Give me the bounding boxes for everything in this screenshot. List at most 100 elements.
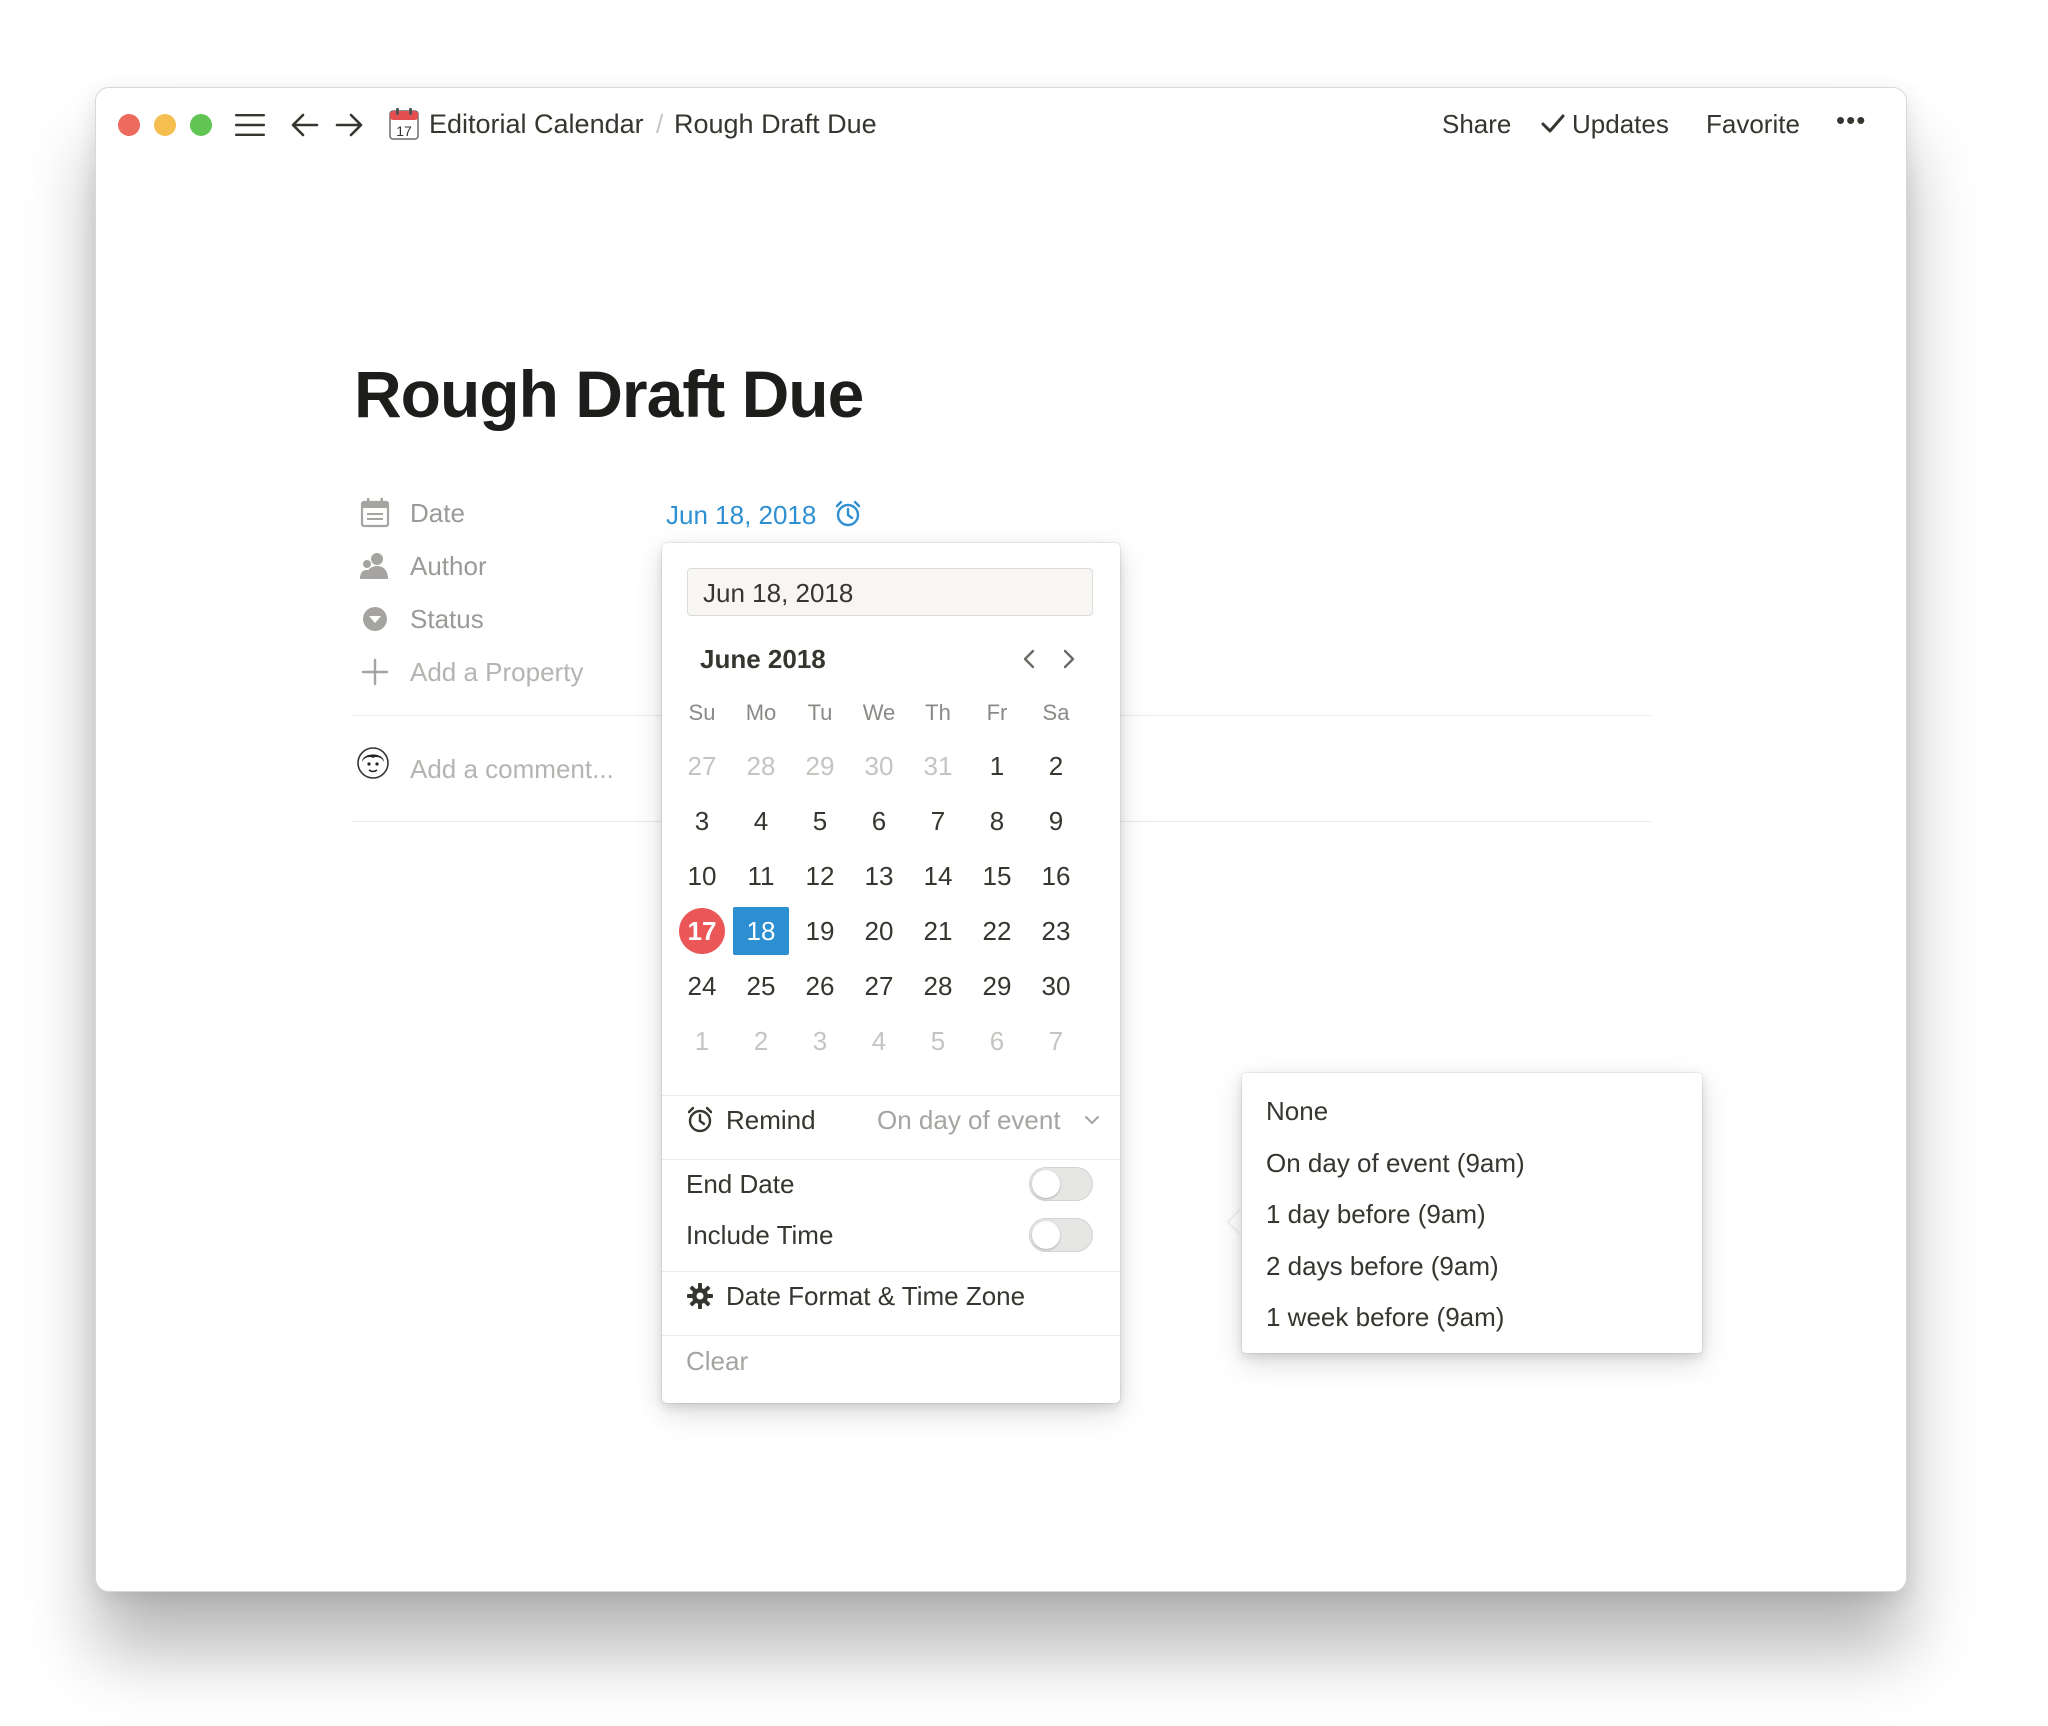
previous-month-icon[interactable]	[1014, 641, 1044, 677]
page-title[interactable]: Rough Draft Due	[354, 356, 864, 432]
calendar-day[interactable]: 6	[969, 1017, 1025, 1065]
back-arrow-icon[interactable]	[290, 110, 320, 140]
checkmark-icon	[1541, 114, 1565, 133]
updates-button[interactable]: Updates	[1572, 106, 1669, 142]
breadcrumb-current[interactable]: Rough Draft Due	[674, 106, 877, 142]
calendar-day[interactable]: 11	[733, 852, 789, 900]
calendar-day[interactable]: 30	[1028, 962, 1084, 1010]
calendar-day[interactable]: 22	[969, 907, 1025, 955]
calendar-day[interactable]: 20	[851, 907, 907, 955]
include-time-toggle-knob	[1032, 1221, 1060, 1249]
month-label: June 2018	[700, 644, 826, 674]
end-date-label: End Date	[686, 1169, 795, 1199]
calendar-day[interactable]: 5	[792, 797, 848, 845]
gear-icon	[687, 1283, 713, 1309]
comment-input[interactable]: Add a comment...	[410, 752, 614, 786]
calendar-day[interactable]: 7	[1028, 1017, 1084, 1065]
zoom-window-button[interactable]	[190, 114, 212, 136]
calendar-day[interactable]: 2	[1028, 742, 1084, 790]
remind-option-none[interactable]: None	[1266, 1093, 1328, 1129]
end-date-toggle[interactable]	[1029, 1167, 1093, 1201]
include-time-toggle[interactable]	[1029, 1218, 1093, 1252]
calendar-day[interactable]: 19	[792, 907, 848, 955]
weekday-header: We	[862, 700, 896, 725]
calendar-day[interactable]: 27	[851, 962, 907, 1010]
chevron-down-icon[interactable]	[1083, 1113, 1101, 1127]
next-month-icon[interactable]	[1054, 641, 1084, 677]
date-format-button[interactable]: Date Format & Time Zone	[726, 1278, 1025, 1314]
calendar-day[interactable]: 6	[851, 797, 907, 845]
close-window-button[interactable]	[118, 114, 140, 136]
property-label-author[interactable]: Author	[410, 549, 487, 583]
calendar-day[interactable]: 7	[910, 797, 966, 845]
calendar-icon	[360, 498, 390, 528]
remind-option-2-days-before[interactable]: 2 days before (9am)	[1266, 1248, 1499, 1284]
date-property-value[interactable]: Jun 18, 2018	[666, 497, 816, 533]
alarm-clock-icon	[835, 500, 861, 527]
calendar-day[interactable]: 17	[674, 907, 730, 955]
selected-day[interactable]: 18	[733, 907, 789, 955]
today-indicator: 17	[679, 908, 725, 954]
calendar-day[interactable]: 28	[910, 962, 966, 1010]
minimize-window-button[interactable]	[154, 114, 176, 136]
end-date-separator	[662, 1159, 1120, 1160]
calendar-day[interactable]: 1	[674, 1017, 730, 1065]
remind-options-menu: None On day of event (9am) 1 day before …	[1242, 1073, 1702, 1353]
more-options-button[interactable]: •••	[1836, 102, 1866, 138]
calendar-day[interactable]: 14	[910, 852, 966, 900]
calendar-day[interactable]: 25	[733, 962, 789, 1010]
svg-text:17: 17	[396, 123, 412, 139]
clear-separator	[662, 1335, 1120, 1336]
calendar-day[interactable]: 4	[733, 797, 789, 845]
breadcrumb-separator: /	[656, 109, 664, 139]
calendar-day[interactable]: 2	[733, 1017, 789, 1065]
calendar-day[interactable]: 29	[792, 742, 848, 790]
weekday-header: Th	[925, 700, 951, 725]
sidebar-menu-icon[interactable]	[234, 110, 266, 140]
remind-clock-icon	[687, 1106, 713, 1133]
calendar-day[interactable]: 16	[1028, 852, 1084, 900]
property-label-date[interactable]: Date	[410, 496, 465, 530]
calendar-day[interactable]: 3	[674, 797, 730, 845]
calendar-17-icon: 17	[389, 108, 419, 140]
calendar-day[interactable]: 26	[792, 962, 848, 1010]
remind-select-value: On day of event	[877, 1105, 1061, 1135]
date-value-text: Jun 18, 2018	[666, 500, 817, 530]
calendar-day[interactable]: 23	[1028, 907, 1084, 955]
remind-option-1-day-before[interactable]: 1 day before (9am)	[1266, 1196, 1486, 1232]
calendar-day[interactable]: 24	[674, 962, 730, 1010]
share-button[interactable]: Share	[1442, 106, 1511, 142]
calendar-day[interactable]: 9	[1028, 797, 1084, 845]
date-input[interactable]: Jun 18, 2018	[687, 568, 1093, 616]
calendar-day[interactable]: 29	[969, 962, 1025, 1010]
remind-option-day-of-event[interactable]: On day of event (9am)	[1266, 1145, 1525, 1181]
avatar	[357, 747, 389, 779]
calendar-day[interactable]: 4	[851, 1017, 907, 1065]
help-button[interactable]: ?	[1904, 1583, 1906, 1591]
calendar-day[interactable]: 5	[910, 1017, 966, 1065]
calendar-day[interactable]: 8	[969, 797, 1025, 845]
calendar-day[interactable]: 27	[674, 742, 730, 790]
property-label-status[interactable]: Status	[410, 602, 484, 636]
forward-arrow-icon[interactable]	[334, 110, 364, 140]
include-time-label: Include Time	[686, 1220, 834, 1250]
calendar-day[interactable]: 3	[792, 1017, 848, 1065]
favorite-button[interactable]: Favorite	[1706, 106, 1800, 142]
add-property-button[interactable]: Add a Property	[410, 655, 583, 689]
calendar-day[interactable]: 10	[674, 852, 730, 900]
remind-option-1-week-before[interactable]: 1 week before (9am)	[1266, 1299, 1504, 1335]
calendar-day[interactable]: 15	[969, 852, 1025, 900]
calendar-day[interactable]: 30	[851, 742, 907, 790]
calendar-day[interactable]: 1	[969, 742, 1025, 790]
remind-select[interactable]: On day of event	[877, 1102, 1061, 1138]
calendar-day[interactable]: 21	[910, 907, 966, 955]
remind-separator	[662, 1095, 1120, 1096]
clear-button[interactable]: Clear	[686, 1343, 748, 1379]
calendar-day[interactable]: 31	[910, 742, 966, 790]
calendar-day[interactable]: 28	[733, 742, 789, 790]
date-picker-popup: Jun 18, 2018 June 2018 Su Mo Tu We Th Fr Sa 27…	[662, 543, 1120, 1403]
breadcrumb-parent[interactable]: Editorial Calendar	[429, 106, 644, 142]
calendar-day[interactable]: 12	[792, 852, 848, 900]
calendar-day[interactable]: 13	[851, 852, 907, 900]
format-separator	[662, 1271, 1120, 1272]
